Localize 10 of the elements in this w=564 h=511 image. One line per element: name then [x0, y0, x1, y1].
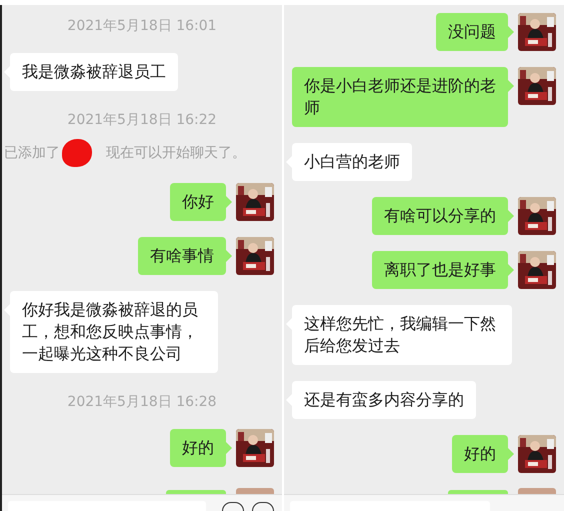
timestamp: 2021年5月18日 16:28: [67, 393, 217, 411]
chat-bubble: [166, 490, 226, 494]
system-notice: 已添加了: [4, 144, 60, 162]
redaction-mark: [62, 139, 92, 167]
system-notice: 现在可以开始聊天了。: [106, 144, 246, 162]
timestamp: 2021年5月18日 16:22: [67, 111, 217, 129]
timestamp: 2021年5月18日 16:01: [67, 17, 217, 35]
chat-bubble: [448, 490, 508, 494]
avatar-picture-edge: [518, 488, 556, 494]
avatar-picture-edge: [236, 488, 274, 494]
